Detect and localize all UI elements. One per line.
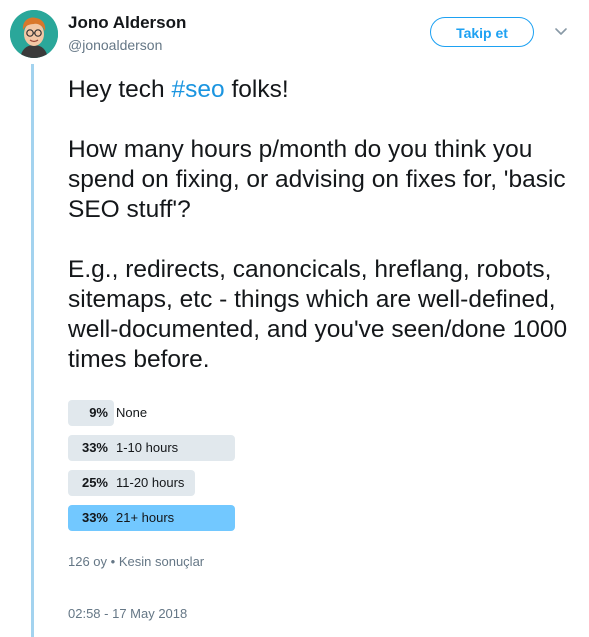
poll: 9% None 33% 1-10 hours 25% 11-20 hours 3…: [68, 400, 468, 540]
poll-meta: 126 oy • Kesin sonuçlar: [68, 554, 204, 569]
poll-label: 21+ hours: [116, 510, 175, 525]
poll-separator: •: [110, 554, 116, 569]
user-avatar-icon: [10, 10, 58, 58]
poll-status: Kesin sonuçlar: [118, 554, 205, 569]
poll-votes: 126 oy: [68, 554, 108, 569]
intro-prefix: Hey tech: [68, 76, 172, 103]
author-name[interactable]: Jono Alderson: [68, 13, 186, 33]
poll-percent: 25%: [81, 475, 108, 490]
hashtag-link[interactable]: #seo: [172, 76, 225, 103]
poll-percent: 33%: [81, 510, 108, 525]
poll-label: 1-10 hours: [116, 440, 179, 455]
poll-option: 9% None: [68, 400, 468, 426]
poll-option: 33% 21+ hours: [68, 505, 468, 531]
tweet-text: Hey tech #seo folks! How many hours p/mo…: [68, 75, 578, 375]
author-handle[interactable]: @jonoalderson: [68, 37, 162, 53]
poll-label: None: [116, 405, 148, 420]
tweet-example: E.g., redirects, canoncicals, hreflang, …: [68, 256, 568, 373]
poll-percent: 33%: [81, 440, 108, 455]
poll-percent: 9%: [89, 405, 108, 420]
chevron-down-icon[interactable]: [554, 24, 568, 38]
intro-suffix: folks!: [224, 76, 289, 103]
tweet-line-intro: Hey tech #seo folks!: [68, 75, 578, 105]
poll-option: 33% 1-10 hours: [68, 435, 468, 461]
follow-button[interactable]: Takip et: [430, 17, 534, 47]
tweet-question: How many hours p/month do you think you …: [68, 136, 566, 223]
timestamp[interactable]: 02:58 - 17 May 2018: [68, 606, 187, 621]
thread-line: [31, 64, 34, 637]
poll-option: 25% 11-20 hours: [68, 470, 468, 496]
poll-label: 11-20 hours: [116, 475, 185, 490]
avatar[interactable]: [10, 10, 58, 58]
